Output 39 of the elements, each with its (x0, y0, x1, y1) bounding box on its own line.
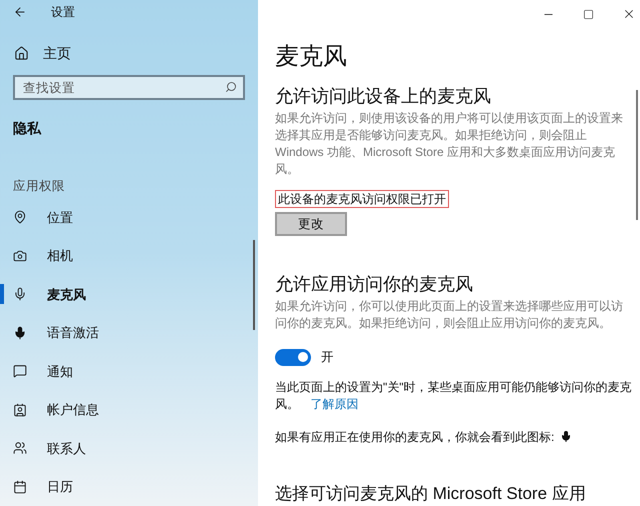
nav-icon (13, 441, 27, 456)
sidebar-item[interactable]: 帐户信息 (0, 390, 258, 429)
section-title: 隐私 (13, 119, 42, 138)
page-title: 麦克风 (275, 42, 348, 72)
sidebar-item[interactable]: 相机 (0, 236, 258, 275)
microphone-icon (560, 430, 572, 444)
nav-icon (13, 248, 27, 263)
home-item[interactable]: 主页 (0, 40, 258, 66)
nav-icon (13, 287, 27, 302)
change-button[interactable]: 更改 (275, 212, 347, 236)
search-icon (225, 81, 237, 94)
learn-more-link[interactable]: 了解原因 (310, 396, 358, 411)
nav-icon (13, 210, 27, 224)
status-text: 此设备的麦克风访问权限已打开 (275, 190, 449, 208)
maximize-icon[interactable] (583, 8, 594, 20)
description: 如果允许访问，你可以使用此页面上的设置来选择哪些应用可以访问你的麦克风。如果拒绝访问，则会阻止应用访问你的麦克风。 (275, 298, 624, 332)
toggle-switch[interactable] (275, 348, 311, 366)
group-label: 应用权限 (13, 178, 66, 196)
sidebar-item[interactable]: 日历 (0, 468, 258, 506)
search-field[interactable]: 查找设置 (13, 75, 245, 100)
nav-icon (13, 364, 27, 378)
nav-icon (13, 326, 27, 340)
section-heading: 允许访问此设备上的麦克风 (275, 85, 492, 108)
back-icon[interactable] (13, 5, 27, 20)
sidebar-item[interactable]: 麦克风 (0, 275, 258, 314)
toggle-label: 开 (321, 349, 334, 366)
window-title: 设置 (51, 4, 75, 22)
sidebar-item[interactable]: 通知 (0, 352, 258, 390)
sidebar-item[interactable]: 联系人 (0, 429, 258, 468)
sidebar-item[interactable]: 位置 (0, 198, 258, 236)
section-heading: 允许应用访问你的麦克风 (275, 273, 474, 296)
description: 如果允许访问，则使用该设备的用户将可以使用该页面上的设置来选择其应用是否能够访问麦克风。如果拒绝访问，则会阻止 Windows 功能、Microsoft Store 应用和大多数桌面应用访问麦克风。 (275, 110, 624, 178)
note: 当此页面上的设置为"关"时，某些桌面应用可能仍能够访问你的麦克风。 了解原因 (275, 378, 632, 413)
home-icon (14, 46, 29, 61)
nav-icon (13, 402, 27, 417)
indicator-note: 如果有应用正在使用你的麦克风，你就会看到此图标: (275, 428, 554, 446)
section-heading: 选择可访问麦克风的 Microsoft Store 应用 (275, 482, 587, 505)
sidebar-item[interactable]: 语音激活 (0, 314, 258, 352)
nav-icon (13, 480, 27, 494)
